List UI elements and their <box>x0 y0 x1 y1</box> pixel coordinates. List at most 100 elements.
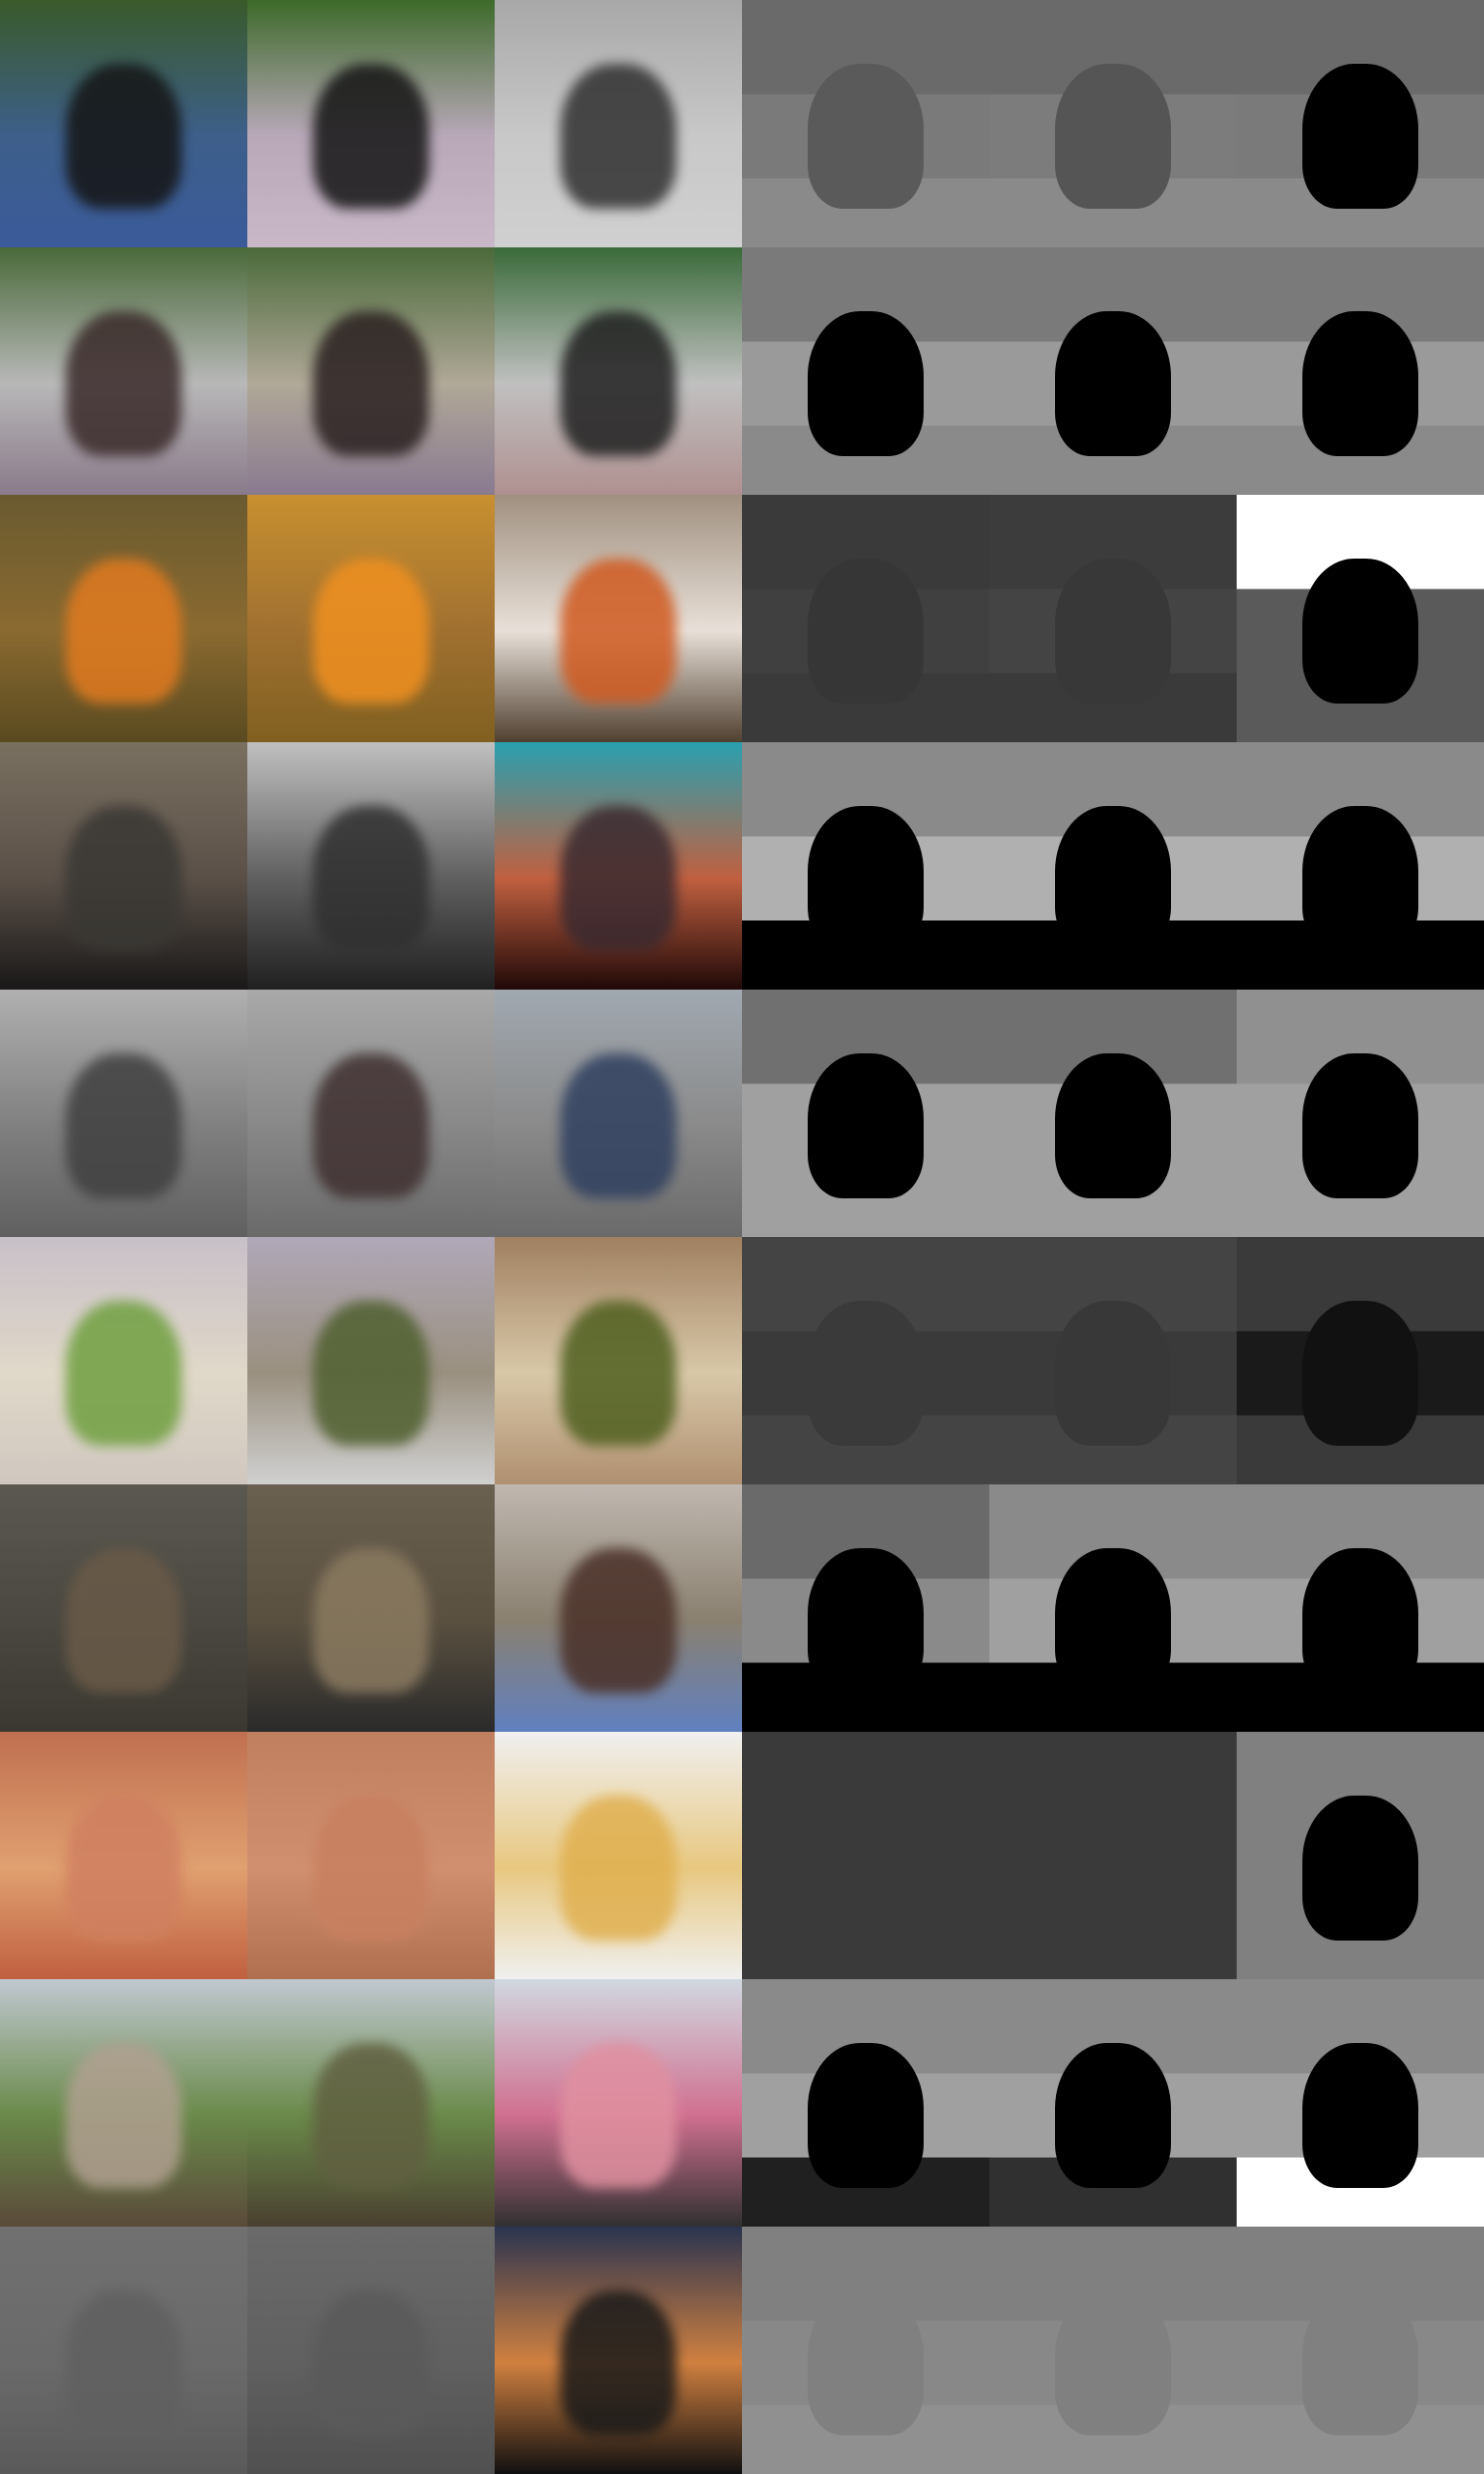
photo-food-generated-2 <box>247 495 495 742</box>
segmentation-map-street-segmentation-3 <box>1237 990 1484 1237</box>
photo-food-real-image <box>495 495 742 742</box>
main-object-region <box>313 558 429 704</box>
photo-people-indoors-real-image <box>495 742 742 990</box>
main-object-region <box>560 2042 676 2188</box>
main-object-region <box>808 1795 924 1941</box>
photo-pizza-generated-2 <box>247 1732 495 1979</box>
segmentation-map-food-segmentation-2 <box>989 495 1237 742</box>
segmentation-map-dumplings-segmentation-2 <box>989 1237 1237 1484</box>
main-object-region <box>66 805 182 951</box>
photo-kids-with-goat-generated-1 <box>0 1979 247 2227</box>
segmentation-map-people-indoors-segmentation-2 <box>989 742 1237 990</box>
photo-dumplings-real-image <box>495 1237 742 1484</box>
segmentation-map-clock-segmentation-1 <box>742 0 989 247</box>
main-object-region <box>1302 2289 1418 2435</box>
photo-clock-generated-2 <box>247 0 495 247</box>
main-object-region <box>1302 310 1418 456</box>
main-object-region <box>1055 1300 1171 1446</box>
main-object-region <box>66 1052 182 1198</box>
segmentation-map-pizza-segmentation-1 <box>742 1732 989 1979</box>
segmentation-map-traffic-light-segmentation-1 <box>742 2227 989 2474</box>
segmentation-map-portrait-segmentation-3 <box>1237 1484 1484 1732</box>
photo-kids-with-goat-generated-2 <box>247 1979 495 2227</box>
main-object-region <box>313 1547 429 1693</box>
main-object-region <box>66 558 182 704</box>
photo-clock-generated-1 <box>0 0 247 247</box>
photo-portrait-real-image <box>495 1484 742 1732</box>
main-object-region <box>808 2289 924 2435</box>
photo-skateboarder-generated-1 <box>0 247 247 495</box>
photo-street-real-image <box>495 990 742 1237</box>
main-object-region <box>313 1795 429 1941</box>
segmentation-map-skateboarder-segmentation-3 <box>1237 247 1484 495</box>
segmentation-map-food-segmentation-3 <box>1237 495 1484 742</box>
segmentation-map-people-indoors-segmentation-3 <box>1237 742 1484 990</box>
main-object-region <box>1302 1795 1418 1941</box>
main-object-region <box>313 310 429 456</box>
main-object-region <box>313 1300 429 1446</box>
main-object-region <box>808 1547 924 1693</box>
photo-portrait-generated-2 <box>247 1484 495 1732</box>
main-object-region <box>560 63 676 209</box>
segmentation-map-clock-segmentation-2 <box>989 0 1237 247</box>
main-object-region <box>1055 2042 1171 2188</box>
main-object-region <box>560 1300 676 1446</box>
main-object-region <box>1055 1795 1171 1941</box>
segmentation-map-kids-with-goat-segmentation-3 <box>1237 1979 1484 2227</box>
main-object-region <box>1302 805 1418 951</box>
photo-dumplings-generated-1 <box>0 1237 247 1484</box>
segmentation-map-dumplings-segmentation-3 <box>1237 1237 1484 1484</box>
main-object-region <box>66 1795 182 1941</box>
segmentation-map-dumplings-segmentation-1 <box>742 1237 989 1484</box>
main-object-region <box>66 2042 182 2188</box>
main-object-region <box>560 805 676 951</box>
main-object-region <box>66 2289 182 2435</box>
photo-street-generated-1 <box>0 990 247 1237</box>
main-object-region <box>1055 558 1171 704</box>
main-object-region <box>1302 1547 1418 1693</box>
segmentation-map-street-segmentation-1 <box>742 990 989 1237</box>
segmentation-map-skateboarder-segmentation-1 <box>742 247 989 495</box>
main-object-region <box>313 805 429 951</box>
segmentation-map-traffic-light-segmentation-2 <box>989 2227 1237 2474</box>
segmentation-map-clock-segmentation-3 <box>1237 0 1484 247</box>
segmentation-map-traffic-light-segmentation-3 <box>1237 2227 1484 2474</box>
main-object-region <box>808 1300 924 1446</box>
main-object-region <box>560 1547 676 1693</box>
photo-people-indoors-generated-2 <box>247 742 495 990</box>
photo-pizza-real-image <box>495 1732 742 1979</box>
main-object-region <box>560 1052 676 1198</box>
main-object-region <box>313 2042 429 2188</box>
photo-portrait-generated-1 <box>0 1484 247 1732</box>
main-object-region <box>808 558 924 704</box>
photo-clock-real-image <box>495 0 742 247</box>
photo-people-indoors-generated-1 <box>0 742 247 990</box>
main-object-region <box>1302 1300 1418 1446</box>
main-object-region <box>66 1547 182 1693</box>
main-object-region <box>808 1052 924 1198</box>
main-object-region <box>560 310 676 456</box>
main-object-region <box>66 310 182 456</box>
photo-traffic-light-generated-1 <box>0 2227 247 2474</box>
main-object-region <box>1302 63 1418 209</box>
main-object-region <box>313 2289 429 2435</box>
segmentation-map-street-segmentation-2 <box>989 990 1237 1237</box>
photo-skateboarder-real-image <box>495 247 742 495</box>
segmentation-map-pizza-segmentation-2 <box>989 1732 1237 1979</box>
main-object-region <box>808 2042 924 2188</box>
segmentation-map-portrait-segmentation-1 <box>742 1484 989 1732</box>
segmentation-map-people-indoors-segmentation-1 <box>742 742 989 990</box>
main-object-region <box>313 1052 429 1198</box>
photo-food-generated-1 <box>0 495 247 742</box>
segmentation-map-kids-with-goat-segmentation-2 <box>989 1979 1237 2227</box>
main-object-region <box>66 63 182 209</box>
photo-kids-with-goat-real-image <box>495 1979 742 2227</box>
main-object-region <box>1302 1052 1418 1198</box>
photo-skateboarder-generated-2 <box>247 247 495 495</box>
segmentation-map-portrait-segmentation-2 <box>989 1484 1237 1732</box>
photo-dumplings-generated-2 <box>247 1237 495 1484</box>
main-object-region <box>1055 1052 1171 1198</box>
main-object-region <box>1055 310 1171 456</box>
main-object-region <box>808 63 924 209</box>
main-object-region <box>1055 63 1171 209</box>
